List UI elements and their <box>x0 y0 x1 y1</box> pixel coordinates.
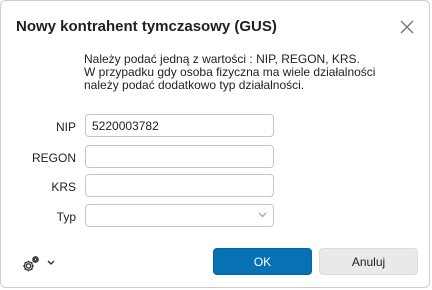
chevron-down-icon[interactable] <box>47 260 55 266</box>
dialog: Nowy kontrahent tymczasowy (GUS) Należy … <box>0 0 430 288</box>
typ-label: Typ <box>56 210 76 224</box>
nip-label: NIP <box>55 120 76 134</box>
info-line-3: należy podać dodatkowo typ działalności. <box>84 78 305 92</box>
krs-label: KRS <box>51 180 76 194</box>
info-text: Należy podać jedną z wartości : NIP, REG… <box>84 53 404 92</box>
dialog-title: Nowy kontrahent tymczasowy (GUS) <box>16 18 277 35</box>
regon-input[interactable] <box>85 145 274 168</box>
gear-icon[interactable] <box>21 254 41 274</box>
regon-label: REGON <box>31 151 76 165</box>
chevron-down-icon <box>258 212 267 218</box>
cancel-button[interactable]: Anuluj <box>319 248 418 275</box>
krs-input[interactable] <box>85 174 274 197</box>
ok-button[interactable]: OK <box>213 248 312 275</box>
close-icon[interactable] <box>398 18 416 36</box>
typ-select[interactable] <box>85 204 274 227</box>
nip-input[interactable] <box>85 114 274 137</box>
